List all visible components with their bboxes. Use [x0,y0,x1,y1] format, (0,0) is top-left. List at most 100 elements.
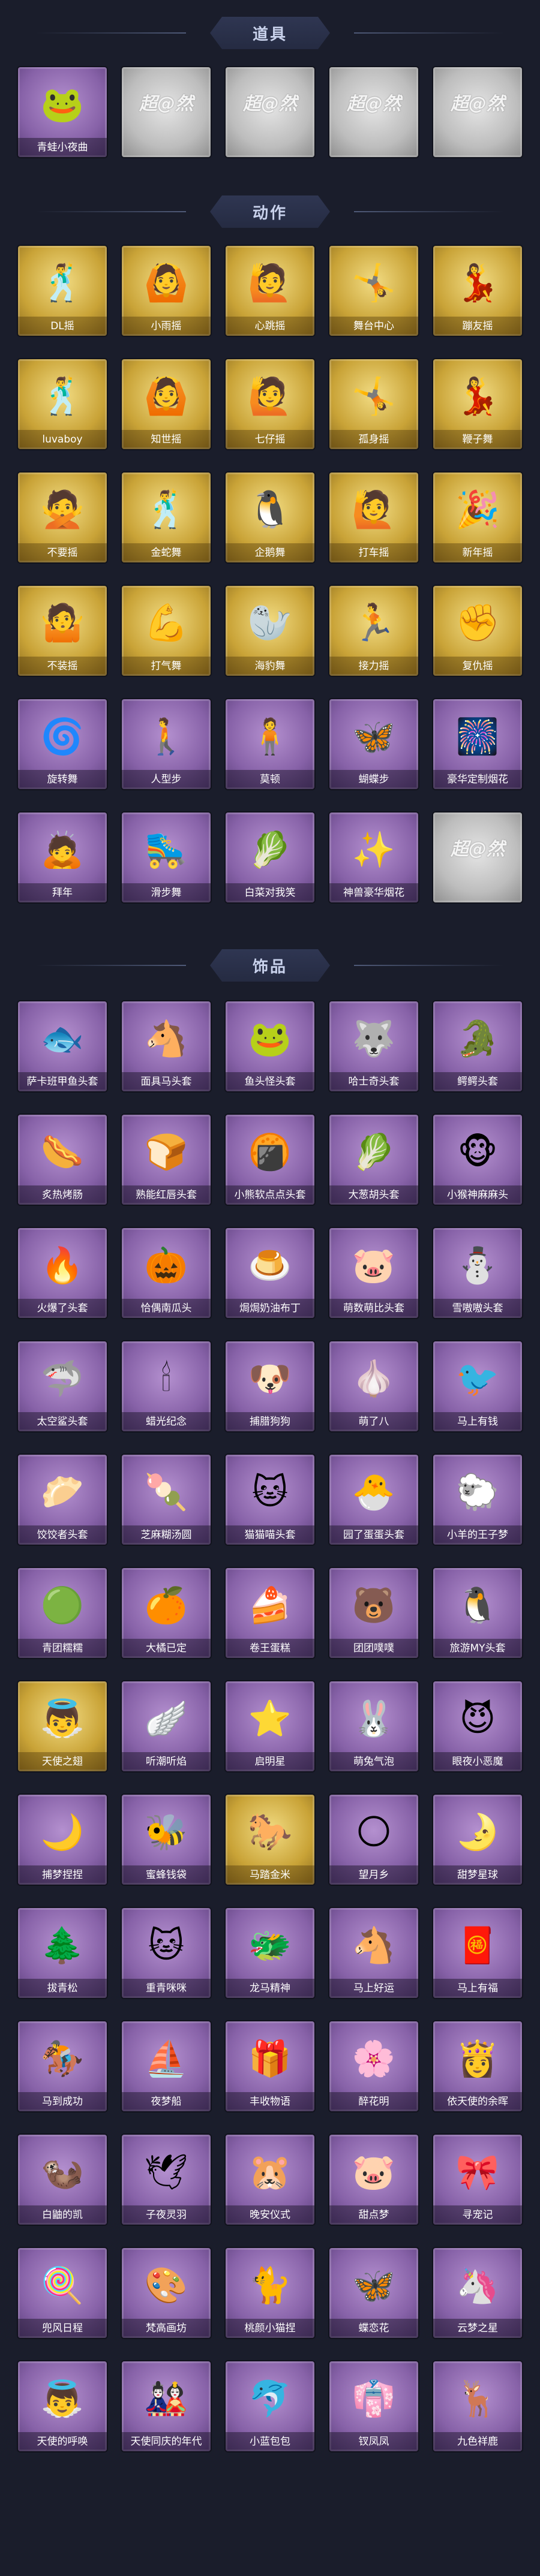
item-tile[interactable]: 👘 钗凤凤 [329,2361,418,2451]
item-tile[interactable]: 🎃 恰偶南瓜头 [122,1228,211,1318]
item-tile[interactable]: 🌀 旋转舞 [18,699,107,789]
item-tile[interactable]: 😈 眼夜小恶魔 [433,1681,522,1771]
item-tile[interactable]: 🦈 太空鲨头套 [18,1341,107,1431]
item-tile[interactable]: 🍰 卷王蛋糕 [226,1568,314,1658]
item-tile[interactable]: 🐧 企鹅舞 [226,473,314,562]
item-tile[interactable]: 🦌 九色祥鹿 [433,2361,522,2451]
item-tile[interactable]: 💃 蹦友摇 [433,246,522,336]
item-tile[interactable]: 🐝 蜜蜂钱袋 [122,1795,211,1885]
item-tile[interactable]: 🟢 青团糯糯 [18,1568,107,1658]
item-tile[interactable]: 超@然 [433,812,522,902]
item-tile[interactable]: 🐸 青蛙小夜曲 [18,67,107,157]
item-tile[interactable]: 🦋 蝴蝶步 [329,699,418,789]
item-tile[interactable]: 🚶 人型步 [122,699,211,789]
item-tile[interactable]: 🌲 拔青松 [18,1908,107,1998]
item-tile[interactable]: 超@然 [226,67,314,157]
item-tile[interactable]: 超@然 [122,67,211,157]
item-tile[interactable]: 🧧 马上有福 [433,1908,522,1998]
item-tile[interactable]: 🍞 熟能红唇头套 [122,1115,211,1205]
item-tile[interactable]: 🔥 火爆了头套 [18,1228,107,1318]
item-tile[interactable]: 🌙 捕梦捏捏 [18,1795,107,1885]
item-tile[interactable]: 🌛 甜梦星球 [433,1795,522,1885]
item-tile[interactable]: 🙅 不要摇 [18,473,107,562]
item-tile[interactable]: 🪽 听潮听焰 [122,1681,211,1771]
item-tile[interactable]: ⛄ 雪嗷嗷头套 [433,1228,522,1318]
item-tile[interactable]: 🌭 炙热烤肠 [18,1115,107,1205]
item-tile[interactable]: 🐟 萨卡班甲鱼头套 [18,1001,107,1091]
item-tile[interactable]: 🤸 舞台中心 [329,246,418,336]
item-tile[interactable]: 🍊 大橘已定 [122,1568,211,1658]
item-tile[interactable]: 🕺 DL摇 [18,246,107,336]
item-tile[interactable]: 🏇 马到成功 [18,2021,107,2111]
item-tile[interactable]: 🛼 滑步舞 [122,812,211,902]
item-tile[interactable]: 🐷 萌数萌比头套 [329,1228,418,1318]
item-tile[interactable]: 🎉 新年摇 [433,473,522,562]
item-tile[interactable]: 🤸 孤身摇 [329,359,418,449]
item-tile[interactable]: 🧍 莫顿 [226,699,314,789]
item-tile[interactable]: 🐱 重青咪咪 [122,1908,211,1998]
item-tile[interactable]: 🕊 子夜灵羽 [122,2135,211,2225]
item-tile[interactable]: 🐈 桃颜小猫捏 [226,2248,314,2338]
item-tile[interactable]: 🧄 萌了八 [329,1341,418,1431]
item-tile[interactable]: 🦭 海豹舞 [226,586,314,676]
item-tile[interactable]: 🐬 小蓝包包 [226,2361,314,2451]
item-tile[interactable]: 🍡 芝麻糊汤圆 [122,1455,211,1545]
item-tile[interactable]: 🎁 丰收物语 [226,2021,314,2111]
item-tile[interactable]: 🤷 不装摇 [18,586,107,676]
item-tile[interactable]: 🐎 马踏金米 [226,1795,314,1885]
item-tile[interactable]: 🐲 龙马精神 [226,1908,314,1998]
item-tile[interactable]: 🙆 小雨摇 [122,246,211,336]
item-tile[interactable]: 🦋 蝶恋花 [329,2248,418,2338]
item-tile[interactable]: 💪 打气舞 [122,586,211,676]
item-tile[interactable]: 🙇 拜年 [18,812,107,902]
item-tile[interactable]: 🙋 打车摇 [329,473,418,562]
item-tile[interactable]: 超@然 [329,67,418,157]
item-tile[interactable]: 💃 鞭子舞 [433,359,522,449]
item-tile[interactable]: 🐣 园了蛋蛋头套 [329,1455,418,1545]
item-tile[interactable]: 🎎 天使同庆的年代 [122,2361,211,2451]
item-tile[interactable]: 👼 天使之翅 [18,1681,107,1771]
item-tile[interactable]: 🎀 寻宠记 [433,2135,522,2225]
item-tile[interactable]: 🌸 醉花明 [329,2021,418,2111]
item-tile[interactable]: 🐸 鱼头怪头套 [226,1001,314,1091]
item-tile[interactable]: 🍘 小熊软点点头套 [226,1115,314,1205]
item-tile[interactable]: 🐹 晚安仪式 [226,2135,314,2225]
item-tile[interactable]: 🐧 旅游MY头套 [433,1568,522,1658]
item-tile[interactable]: 🐵 小猴神麻麻头 [433,1115,522,1205]
item-tile[interactable]: 🙆 知世摇 [122,359,211,449]
item-tile[interactable]: 👼 天使的呼唤 [18,2361,107,2451]
item-tile[interactable]: ✊ 复仇摇 [433,586,522,676]
item-tile[interactable]: 🎆 豪华定制烟花 [433,699,522,789]
item-tile[interactable]: 🐊 鳄鳄头套 [433,1001,522,1091]
item-tile[interactable]: 🐦 马上有钱 [433,1341,522,1431]
item-tile[interactable]: 🕯 蜡光纪念 [122,1341,211,1431]
item-tile[interactable]: 🐰 萌兔气泡 [329,1681,418,1771]
item-tile[interactable]: 🥬 白菜对我笑 [226,812,314,902]
item-tile[interactable]: 🙋 心跳摇 [226,246,314,336]
item-tile[interactable]: 🐴 马上好运 [329,1908,418,1998]
item-tile[interactable]: 超@然 [433,67,522,157]
item-tile[interactable]: 🐶 捕腊狗狗 [226,1341,314,1431]
item-tile[interactable]: ✨ 神兽豪华烟花 [329,812,418,902]
item-tile[interactable]: 🙋 七仔摇 [226,359,314,449]
item-tile[interactable]: 🐷 甜点梦 [329,2135,418,2225]
item-tile[interactable]: 🐺 哈士奇头套 [329,1001,418,1091]
item-tile[interactable]: 🏃 接力摇 [329,586,418,676]
item-tile[interactable]: ⭐ 启明星 [226,1681,314,1771]
item-tile[interactable]: 🎨 梵高画坊 [122,2248,211,2338]
item-tile[interactable]: 👸 依天使的余晖 [433,2021,522,2111]
item-tile[interactable]: 🌕 望月乡 [329,1795,418,1885]
item-tile[interactable]: 🦄 云梦之星 [433,2248,522,2338]
item-tile[interactable]: ⛵ 夜梦船 [122,2021,211,2111]
item-tile[interactable]: 🕺 luvaboy [18,359,107,449]
item-tile[interactable]: 🐻 团团噗噗 [329,1568,418,1658]
item-tile[interactable]: 🍭 兜风日程 [18,2248,107,2338]
item-tile[interactable]: 🐴 面具马头套 [122,1001,211,1091]
item-tile[interactable]: 🥟 饺饺者头套 [18,1455,107,1545]
item-tile[interactable]: 🕺 金蛇舞 [122,473,211,562]
item-tile[interactable]: 🦦 白鼬的凯 [18,2135,107,2225]
item-tile[interactable]: 🍮 焗焗奶油布丁 [226,1228,314,1318]
item-tile[interactable]: 🥬 大葱胡头套 [329,1115,418,1205]
item-tile[interactable]: 🐱 猫猫喵头套 [226,1455,314,1545]
item-tile[interactable]: 🐑 小羊的王子梦 [433,1455,522,1545]
